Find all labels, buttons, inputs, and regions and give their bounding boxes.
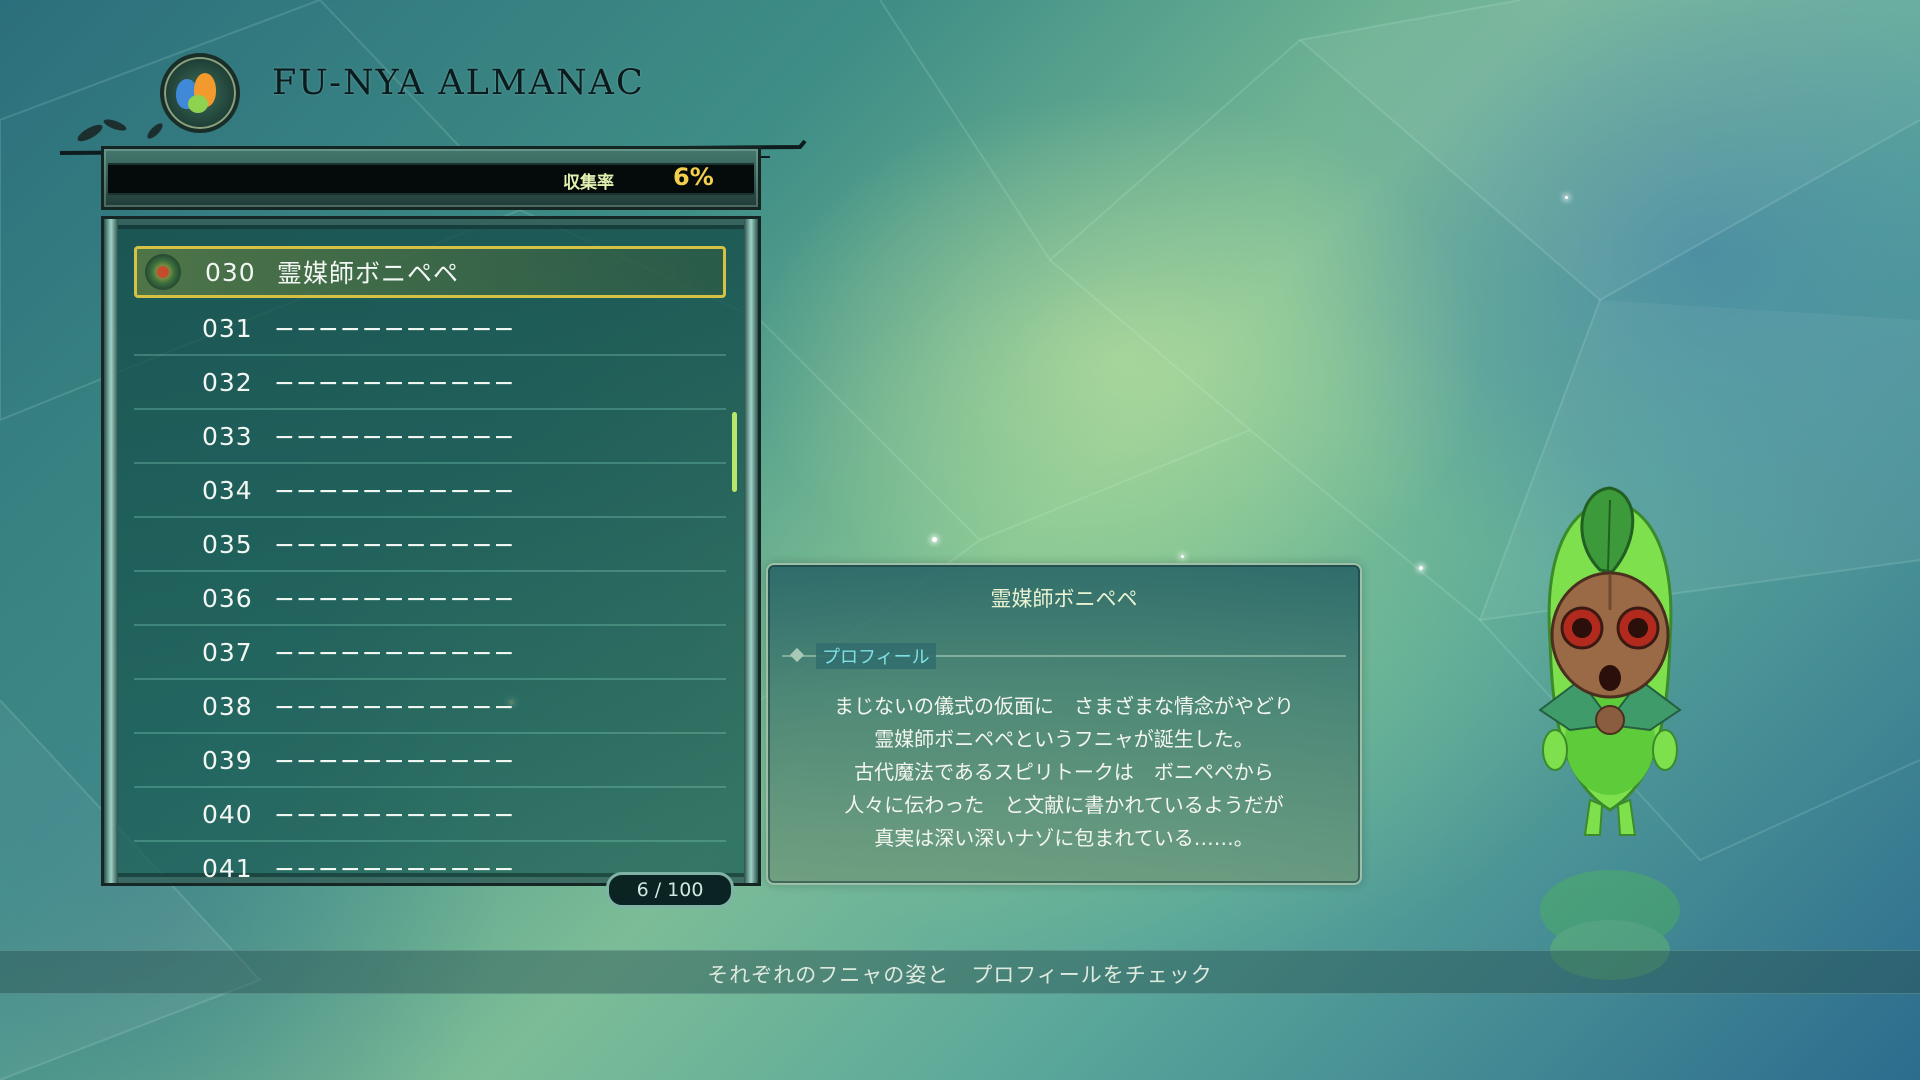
entry-name: −−−−−−−−−−− bbox=[274, 583, 516, 613]
profile-section-label: プロフィール bbox=[816, 643, 936, 669]
footer-hint-bar: それぞれのフニャの姿と プロフィールをチェック bbox=[0, 950, 1920, 994]
profile-line: まじないの儀式の仮面に さまざまな情念がやどり bbox=[834, 694, 1294, 718]
almanac-list-panel: 030 霊媒師ボニペペ 031 −−−−−−−−−−− 032 −−−−−−−−−−… bbox=[101, 216, 761, 886]
list-item[interactable]: 037 −−−−−−−−−−− bbox=[134, 626, 726, 680]
page-title: FU-NYA ALMANAC bbox=[272, 63, 645, 103]
list-item[interactable]: 031 −−−−−−−−−−− bbox=[134, 302, 726, 356]
list-item[interactable]: 039 −−−−−−−−−−− bbox=[134, 734, 726, 788]
entry-number: 034 bbox=[202, 475, 253, 505]
profile-title: 霊媒師ボニペペ bbox=[990, 587, 1138, 611]
entry-name: −−−−−−−−−−− bbox=[274, 421, 516, 451]
profile-section-header: プロフィール bbox=[782, 643, 1346, 669]
entry-counter: 6 / 100 bbox=[606, 872, 734, 908]
entry-name: −−−−−−−−−−− bbox=[274, 313, 516, 343]
collection-rate-value: 6% bbox=[673, 163, 714, 191]
funya-mask-icon bbox=[145, 254, 181, 290]
list-item-selected[interactable]: 030 霊媒師ボニペペ bbox=[134, 246, 726, 298]
entry-name: −−−−−−−−−−− bbox=[274, 529, 516, 559]
diamond-icon bbox=[789, 647, 805, 663]
panel-frame bbox=[104, 219, 118, 883]
almanac-list: 030 霊媒師ボニペペ 031 −−−−−−−−−−− 032 −−−−−−−−−−… bbox=[134, 246, 726, 894]
collection-rate-bar: 収集率 6% bbox=[101, 146, 761, 210]
sparkle bbox=[1565, 196, 1568, 199]
entry-number: 030 bbox=[205, 257, 256, 287]
entry-number: 035 bbox=[202, 529, 253, 559]
funya-emblem-icon bbox=[160, 53, 240, 133]
profile-line: 霊媒師ボニペペというフニャが誕生した。 bbox=[874, 727, 1254, 751]
list-item[interactable]: 032 −−−−−−−−−−− bbox=[134, 356, 726, 410]
entry-number: 036 bbox=[202, 583, 253, 613]
list-item[interactable]: 038 −−−−−−−−−−− bbox=[134, 680, 726, 734]
list-item[interactable]: 040 −−−−−−−−−−− bbox=[134, 788, 726, 842]
footer-hint: それぞれのフニャの姿と プロフィールをチェック bbox=[707, 963, 1213, 987]
list-item[interactable]: 036 −−−−−−−−−−− bbox=[134, 572, 726, 626]
entry-name: 霊媒師ボニペペ bbox=[277, 259, 460, 288]
almanac-header: FU-NYA ALMANAC bbox=[60, 45, 820, 174]
list-scrollbar[interactable] bbox=[732, 412, 737, 492]
profile-description: まじないの儀式の仮面に さまざまな情念がやどり 霊媒師ボニペペというフニャが誕生… bbox=[778, 690, 1350, 855]
entry-name: −−−−−−−−−−− bbox=[274, 475, 516, 505]
profile-line: 人々に伝わった と文献に書かれているようだが bbox=[844, 793, 1284, 817]
entry-name: −−−−−−−−−−− bbox=[274, 637, 516, 667]
entry-number: 038 bbox=[202, 691, 253, 721]
profile-panel: 霊媒師ボニペペ プロフィール まじないの儀式の仮面に さまざまな情念がやどり 霊… bbox=[766, 563, 1362, 885]
list-item[interactable]: 034 −−−−−−−−−−− bbox=[134, 464, 726, 518]
entry-number: 032 bbox=[202, 367, 253, 397]
bonipepe-character-icon bbox=[1538, 486, 1682, 980]
panel-frame bbox=[744, 219, 758, 883]
entry-number: 037 bbox=[202, 637, 253, 667]
profile-line: 真実は深い深いナゾに包まれている……。 bbox=[874, 826, 1254, 850]
sparkle bbox=[932, 537, 937, 542]
entry-name: −−−−−−−−−−− bbox=[274, 799, 516, 829]
sparkle bbox=[1181, 555, 1184, 558]
profile-line: 古代魔法であるスピリトークは ボニペペから bbox=[854, 760, 1274, 784]
sparkle bbox=[1419, 566, 1423, 570]
entry-number: 041 bbox=[202, 853, 253, 883]
entry-name: −−−−−−−−−−− bbox=[274, 367, 516, 397]
entry-number: 033 bbox=[202, 421, 253, 451]
entry-number: 040 bbox=[202, 799, 253, 829]
list-item[interactable]: 033 −−−−−−−−−−− bbox=[134, 410, 726, 464]
entry-number: 031 bbox=[202, 313, 253, 343]
entry-number: 039 bbox=[202, 745, 253, 775]
entry-name: −−−−−−−−−−− bbox=[274, 691, 516, 721]
entry-name: −−−−−−−−−−− bbox=[274, 745, 516, 775]
collection-rate-label: 収集率 bbox=[563, 173, 614, 193]
list-item[interactable]: 035 −−−−−−−−−−− bbox=[134, 518, 726, 572]
entry-name: −−−−−−−−−−− bbox=[274, 853, 516, 883]
